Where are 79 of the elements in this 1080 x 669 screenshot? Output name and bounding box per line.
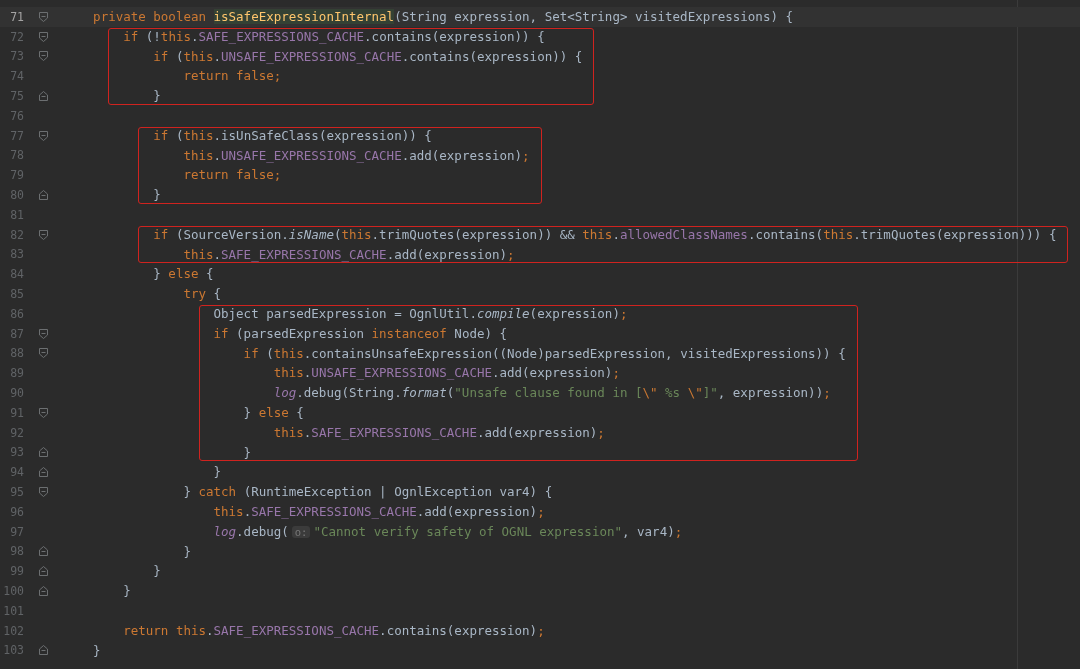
code-line: } [152,87,162,106]
line-number: 93 [9,445,24,460]
code-line: try { [182,285,223,304]
code-line: this.UNSAFE_EXPRESSIONS_CACHE.add(expression); [182,146,531,165]
code-line: if (this.isUnSafeClass(expression)) { [152,126,433,145]
line-number: 82 [9,227,24,242]
line-number: 72 [9,29,24,44]
code-line: if (parsedExpression instanceof Node) { [212,324,509,343]
line-number: 77 [9,128,24,143]
line-number: 97 [9,525,24,540]
line-number: 73 [9,49,24,64]
code-line: } [212,463,223,482]
code-line: private boolean isSafeExpressionInternal(String expression, Set<String> visitedExpressions) { [92,8,794,26]
line-number: 78 [9,148,24,163]
fold-end-icon[interactable] [39,645,48,656]
line-number: 83 [9,247,24,262]
fold-end-icon[interactable] [39,447,48,458]
line-number: 74 [9,69,24,84]
line-number: 85 [9,287,24,302]
code-line: return false; [182,67,283,86]
line-number: 101 [2,603,24,618]
code-line: } else { [152,265,215,284]
line-number: 98 [9,544,24,559]
fold-collapse-icon[interactable] [39,487,48,497]
code-line: this.UNSAFE_EXPRESSIONS_CACHE.add(expression); [272,364,621,383]
code-line: this.SAFE_EXPRESSIONS_CACHE.add(expression); [182,245,516,264]
code-line: if (this.containsUnsafeExpression((Node)parsedExpression, visitedExpressions)) { [242,344,847,363]
line-number: 75 [9,89,24,104]
code-line: } [92,641,102,660]
fold-collapse-icon[interactable] [39,229,48,240]
fold-collapse-icon[interactable] [39,407,48,418]
code-line: } else { [242,403,305,422]
fold-end-icon[interactable] [39,586,48,596]
code-line: } [122,582,132,601]
code-line: return this.SAFE_EXPRESSIONS_CACHE.contains(expression); [122,621,546,640]
code-line: } [152,562,162,581]
line-number: 81 [9,207,24,222]
line-number: 84 [9,267,24,282]
line-number: 86 [9,306,24,321]
fold-end-icon[interactable] [39,566,48,577]
code-line: Object parsedExpression = OgnlUtil.compile(expression); [212,304,629,323]
line-number: 87 [9,326,24,341]
line-number: 80 [9,188,24,203]
code-line: if (!this.SAFE_EXPRESSIONS_CACHE.contains(expression)) { [122,27,546,46]
fold-end-icon[interactable] [39,91,48,102]
fold-collapse-icon[interactable] [39,51,48,62]
fold-end-icon[interactable] [39,546,48,557]
line-number: 95 [9,485,24,499]
code-line: if (this.UNSAFE_EXPRESSIONS_CACHE.contains(expression)) { [152,47,584,66]
fold-collapse-icon[interactable] [39,348,48,359]
line-number: 88 [9,346,24,361]
fold-collapse-icon[interactable] [39,130,48,141]
fold-collapse-icon[interactable] [39,328,48,339]
code-line: } [242,443,253,462]
line-number: 94 [9,465,24,480]
line-number: 79 [9,168,24,183]
code-line: } catch (RuntimeException | OgnlException var4) { [182,483,554,502]
line-number: 76 [9,108,24,123]
code-line: this.SAFE_EXPRESSIONS_CACHE.add(expression); [212,502,546,521]
line-number: 100 [2,584,24,598]
fold-collapse-icon[interactable] [39,31,48,42]
line-number: 89 [9,366,24,381]
line-number: 71 [9,9,24,24]
code-line: } [152,186,162,205]
line-number: 102 [2,623,24,638]
code-line: return false; [182,166,283,185]
line-number: 92 [9,425,24,440]
code-line: log.debug(String.format("Unsafe clause found in [\" %s \"]", expression)); [272,384,832,403]
line-number: 99 [9,564,24,579]
line-number: 103 [2,643,24,658]
fold-end-icon[interactable] [39,190,48,201]
fold-end-icon[interactable] [39,467,48,478]
code-line: if (SourceVersion.isName(this.trimQuotes(expression)) && this.allowedClassNames.contains(this.trimQuotes(expression))) { [152,225,1058,244]
line-number: 91 [9,405,24,420]
code-line: } [182,542,192,561]
line-number: 96 [9,504,24,519]
code-line: this.SAFE_EXPRESSIONS_CACHE.add(expression); [272,423,606,442]
line-number: 90 [9,386,24,401]
fold-collapse-icon[interactable] [39,11,48,22]
